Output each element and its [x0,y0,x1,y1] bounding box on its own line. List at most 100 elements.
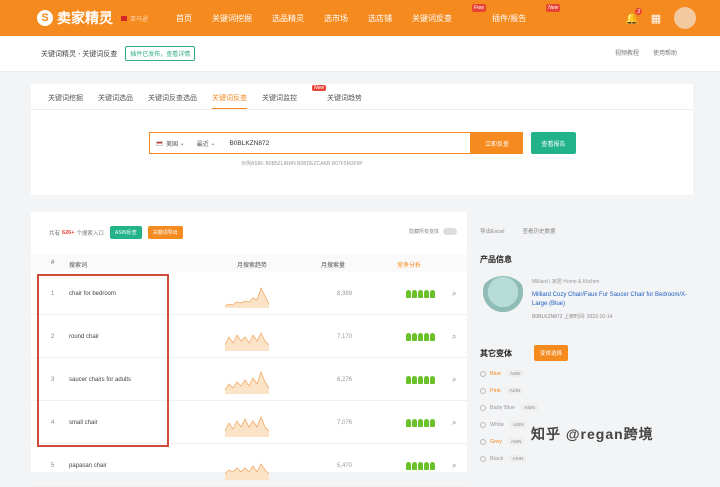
example-asins: 示例ASIN: B0B5ZLIRRN B0BDEZCAKR B07F5M3F9P [241,161,363,167]
variant-select-button[interactable]: 变体选择 [534,345,569,361]
help-links: 视频教程 使用帮助 [601,48,677,57]
trend-sparkline [225,370,269,394]
variant-list: Blue ASIN Pink ASIN Baby Blue ASIN White ASIN Gr… [480,365,538,467]
search-volume: 8,389 [337,291,353,297]
nav-keyword-mining[interactable]: 关键词挖掘 [212,13,252,24]
help-link[interactable]: 使用帮助 [653,48,677,57]
variant-item[interactable]: White ASIN [480,416,538,433]
table-row[interactable]: 3 saucer chairs for adults 6,276 ⌕ [31,358,467,401]
variant-tag: ASIN [509,455,526,462]
tab-keyword-monitor[interactable]: 关键词监控 New [262,85,326,110]
nav-home[interactable]: 首页 [176,13,192,24]
asin-reverse-button[interactable]: ASIN反查 [109,226,142,239]
competition-bars [406,419,436,427]
variant-tag: ASIN [507,370,524,377]
variant-name: White [490,421,505,428]
radio-icon[interactable] [480,370,486,377]
logo[interactable]: S 卖家精灵 亚马逊 [37,8,148,28]
top-navbar: S 卖家精灵 亚马逊 首页 关键词挖掘 选品精灵 选市场 选店铺 关键词反查 Fr… [0,0,720,36]
export-excel-button[interactable]: 导出Excel [480,227,504,235]
variant-name: Baby Blue [490,404,516,411]
logo-icon: S [37,10,53,26]
period-select[interactable]: 最近 ⌄ [191,139,222,148]
radio-icon[interactable] [480,455,486,462]
row-number: 5 [51,463,55,469]
search-icon[interactable]: ⌕ [452,332,456,342]
marketplace-select[interactable]: 美国 ⌄ [150,139,191,148]
toggle-switch[interactable] [443,228,457,235]
nav-keyword-reverse[interactable]: 关键词反查 Free [412,3,486,24]
variant-item[interactable]: Black ASIN [480,450,538,467]
search-icon[interactable]: ⌕ [452,461,456,471]
product-category: Milliard | 家居 Home & Kitchen [532,279,600,285]
product-meta: B0BLKZN872 上架时间: 2022-10-14 [532,314,613,320]
search-volume: 7,170 [337,334,353,340]
hide-variants-toggle[interactable]: 隐藏所有变体 [409,228,457,235]
variant-item[interactable]: Grey ASIN [480,433,538,450]
product-info-heading: 产品信息 [480,255,512,264]
china-flag-icon [121,15,127,21]
breadcrumb: 关键词精灵 - 关键词反查 [41,50,118,58]
export-keywords-button[interactable]: 关键词导出 [147,226,183,239]
product-image[interactable] [480,276,526,316]
bell-icon[interactable]: 🔔 3 [624,8,642,26]
plugin-notice[interactable]: 插件已发布，查看详情 [125,46,196,61]
table-row[interactable]: 4 small chair 7,076 ⌕ [31,401,467,444]
tab-keyword-trend[interactable]: 关键词趋势 [327,90,362,110]
asin-input[interactable]: B0BLKZN872 [229,140,269,147]
variant-item[interactable]: Blue ASIN [480,365,538,382]
nav-product-selection[interactable]: 选品精灵 [272,13,304,24]
col-keyword[interactable]: 搜索词 [69,260,87,269]
variant-item[interactable]: Pink ASIN [480,382,538,399]
trend-sparkline [225,463,269,480]
keyword-text[interactable]: chair for bedroom [69,291,116,297]
video-tutorial-link[interactable]: 视频教程 [615,48,639,57]
tab-keyword-mining[interactable]: 关键词挖掘 [48,90,83,110]
keyword-text[interactable]: small chair [69,420,98,426]
variant-name: Black [490,455,504,462]
new-badge: New [546,3,561,12]
main-nav: 首页 关键词挖掘 选品精灵 选市场 选店铺 关键词反查 Free 插件/报告 New [176,0,566,36]
radio-icon[interactable] [480,387,486,394]
variant-tag: ASIN [507,438,525,445]
variant-name: Blue [490,370,502,377]
variant-tag: ASIN [510,421,527,428]
reverse-search-button[interactable]: 立即反查 [471,132,523,154]
keyword-text[interactable]: round chair [69,334,99,340]
grid-icon[interactable]: ▦ [648,10,664,26]
row-number: 1 [51,291,55,297]
search-volume: 6,276 [337,377,353,383]
history-data-button[interactable]: 查看历史数据 [522,227,555,235]
avatar[interactable] [674,7,696,29]
variant-item[interactable]: Baby Blue ASIN [480,399,538,416]
search-icon[interactable]: ⌕ [452,418,456,428]
watermark: 知乎 @regan跨境 [531,426,654,442]
region-selector[interactable]: 亚马逊 [121,14,148,23]
search-icon[interactable]: ⌕ [452,289,456,299]
search-volume: 7,076 [337,420,353,426]
tab-reverse-selection[interactable]: 关键词反查选品 [148,90,197,110]
competition-bars [406,333,436,341]
keyword-text[interactable]: saucer chairs for adults [69,377,131,383]
col-volume[interactable]: 月搜索量 [321,260,345,269]
trend-sparkline [225,332,269,351]
table-row[interactable]: 2 round chair 7,170 ⌕ [31,315,467,358]
col-number: # [51,260,55,266]
nav-market[interactable]: 选市场 [324,13,348,24]
nav-store[interactable]: 选店铺 [368,13,392,24]
tab-keyword-selection[interactable]: 关键词选品 [98,90,133,110]
keyword-text[interactable]: papasan chair [69,463,107,469]
search-icon[interactable]: ⌕ [452,375,456,385]
nav-plugin-report[interactable]: 插件/报告 New [492,3,561,24]
tab-keyword-reverse[interactable]: 关键词反查 [212,90,247,110]
table-row[interactable]: 1 chair for bedroom 8,389 ⌕ [31,272,467,315]
table-row[interactable]: 5 papasan chair 5,470 ⌕ [31,444,467,487]
view-report-button[interactable]: 查看报告 [531,132,576,154]
radio-icon[interactable] [480,421,486,428]
col-competition[interactable]: 竞争分析 [397,260,421,269]
radio-icon[interactable] [480,404,486,411]
search-volume: 5,470 [337,463,353,469]
product-title[interactable]: Milliard Cozy Chair/Faux Fur Saucer Chai… [532,291,692,309]
hot-badge: New [311,85,326,91]
radio-icon[interactable] [480,438,486,445]
